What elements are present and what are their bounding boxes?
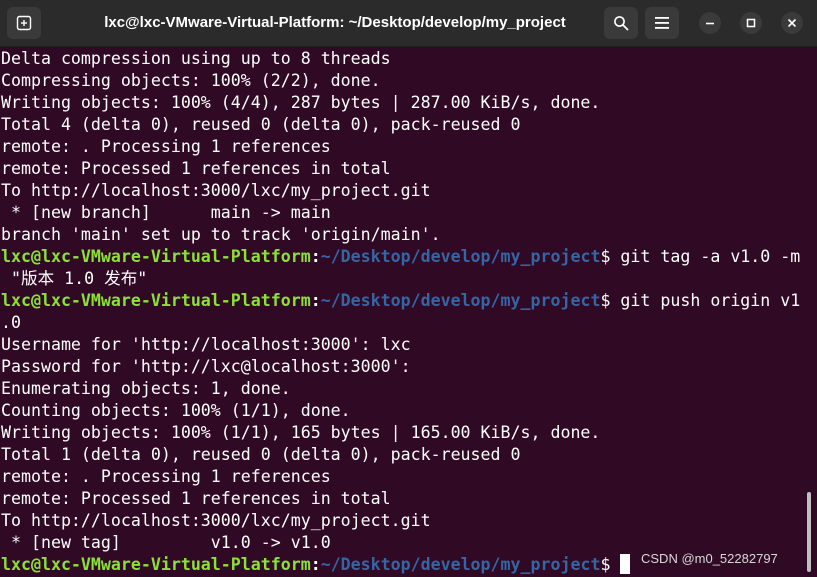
output-line: To http://localhost:3000/lxc/my_project.…: [1, 511, 431, 530]
new-tab-button[interactable]: [7, 7, 41, 39]
prompt-user-host: lxc@lxc-VMware-Virtual-Platform: [1, 247, 311, 266]
prompt-dollar: $: [600, 291, 621, 310]
terminal-output[interactable]: Delta compression using up to 8 threads …: [0, 48, 805, 577]
search-icon: [614, 16, 629, 31]
prompt-colon: :: [310, 555, 321, 574]
prompt-line: lxc@lxc-VMware-Virtual-Platform:~/Deskto…: [0, 246, 805, 268]
maximize-button[interactable]: [740, 12, 762, 34]
scrollbar-thumb[interactable]: [807, 492, 811, 572]
titlebar: lxc@lxc-VMware-Virtual-Platform: ~/Deskt…: [0, 0, 817, 47]
output-line: Username for 'http://localhost:3000': lx…: [1, 335, 411, 354]
prompt-path: ~/Desktop/develop/my_project: [320, 555, 601, 574]
output-line: Password for 'http://lxc@localhost:3000'…: [1, 357, 411, 376]
output-line: Compressing objects: 100% (2/2), done.: [1, 71, 381, 90]
output-line: remote: Processed 1 references in total: [1, 159, 391, 178]
search-button[interactable]: [604, 7, 638, 39]
window-title: lxc@lxc-VMware-Virtual-Platform: ~/Deskt…: [104, 14, 566, 31]
output-line: .0: [1, 313, 21, 332]
prompt-path: ~/Desktop/develop/my_project: [320, 291, 601, 310]
maximize-icon: [746, 18, 756, 28]
prompt-line: lxc@lxc-VMware-Virtual-Platform:~/Deskto…: [0, 290, 805, 312]
output-line: Writing objects: 100% (4/4), 287 bytes |…: [1, 93, 601, 112]
new-tab-icon: [16, 15, 32, 31]
text-cursor: [620, 554, 631, 574]
prompt-colon: :: [310, 291, 321, 310]
output-line: Total 4 (delta 0), reused 0 (delta 0), p…: [1, 115, 521, 134]
prompt-dollar: $: [600, 247, 621, 266]
command-text: git tag -a v1.0 -m: [620, 247, 801, 266]
close-button[interactable]: [781, 12, 803, 34]
hamburger-menu-icon: [655, 17, 669, 29]
terminal-window: lxc@lxc-VMware-Virtual-Platform: ~/Deskt…: [0, 0, 817, 577]
output-line: Counting objects: 100% (1/1), done.: [1, 401, 351, 420]
output-line: "版本 1.0 发布": [1, 269, 148, 288]
prompt-user-host: lxc@lxc-VMware-Virtual-Platform: [1, 291, 311, 310]
output-line: branch 'main' set up to track 'origin/ma…: [1, 225, 441, 244]
command-text: git push origin v1: [620, 291, 801, 310]
output-line: Delta compression using up to 8 threads: [1, 49, 391, 68]
output-line: remote: Processed 1 references in total: [1, 489, 391, 508]
prompt-dollar: $: [600, 555, 621, 574]
prompt-colon: :: [310, 247, 321, 266]
prompt-path: ~/Desktop/develop/my_project: [320, 247, 601, 266]
output-line: remote: . Processing 1 references: [1, 467, 331, 486]
output-line: Enumerating objects: 1, done.: [1, 379, 291, 398]
minimize-icon: [706, 22, 714, 25]
output-line: To http://localhost:3000/lxc/my_project.…: [1, 181, 431, 200]
prompt-user-host: lxc@lxc-VMware-Virtual-Platform: [1, 555, 311, 574]
minimize-button[interactable]: [699, 12, 721, 34]
menu-button[interactable]: [645, 7, 679, 39]
output-line: Total 1 (delta 0), reused 0 (delta 0), p…: [1, 445, 521, 464]
watermark: CSDN @m0_52282797: [641, 551, 778, 566]
output-line: Writing objects: 100% (1/1), 165 bytes |…: [1, 423, 601, 442]
output-line: * [new branch] main -> main: [1, 203, 331, 222]
close-icon: [787, 18, 797, 28]
output-line: remote: . Processing 1 references: [1, 137, 331, 156]
